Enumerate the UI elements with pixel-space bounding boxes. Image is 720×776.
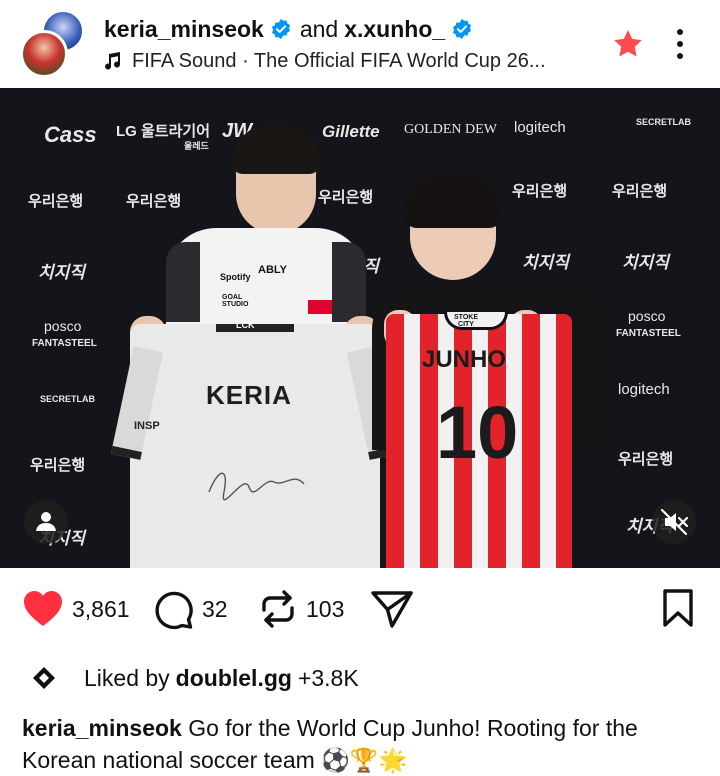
sponsor-chiji: 치지직 <box>38 263 85 282</box>
and-text: and <box>299 15 339 42</box>
liked-by-user[interactable]: doublel.gg <box>176 665 292 692</box>
verified-badge-icon <box>271 18 290 40</box>
collab-avatars[interactable] <box>20 10 90 78</box>
shirt-shoulder <box>166 242 200 322</box>
author-username-2[interactable]: x.xunho_ <box>344 16 445 43</box>
post-caption: keria_minseok Go for the World Cup Junho… <box>22 712 702 776</box>
held-jersey-junho: STOKE CITY JUNHO 10 <box>386 312 572 568</box>
sponsor-secretlab: SECRETLAB <box>636 117 692 127</box>
comment-button[interactable]: 32 <box>152 584 228 634</box>
sponsor-chiji: 치지직 <box>622 253 669 272</box>
verified-badge-icon <box>453 18 472 40</box>
send-icon <box>371 591 413 628</box>
bookmark-icon[interactable] <box>660 588 696 628</box>
jersey-number: 10 <box>436 391 519 474</box>
repost-button[interactable]: 103 <box>258 584 344 634</box>
sponsor-fantasteel: FANTASTEEL <box>616 328 681 339</box>
sponsor-cass: Cass <box>44 122 97 147</box>
speaker-muted-icon <box>660 508 689 536</box>
music-note-icon <box>105 52 121 70</box>
user-tags-icon[interactable] <box>24 500 68 544</box>
shirt-brand: GOAL STUDIO <box>222 294 249 308</box>
post-photo[interactable]: Cass LG 울트라기어 울레드 JW Gillette GOLDEN DEW… <box>0 88 720 568</box>
sponsor-woori: 우리은행 <box>30 457 86 474</box>
shirt-shoulder <box>332 242 366 322</box>
share-button[interactable] <box>370 584 414 634</box>
jersey-name-junho: JUNHO <box>422 346 507 373</box>
more-options-icon[interactable] <box>668 26 692 62</box>
sponsor-posco: posco <box>44 318 82 334</box>
avatar-user1[interactable] <box>20 30 68 78</box>
sponsor-logitech: logitech <box>618 381 670 398</box>
shirt-brand: INSP <box>134 420 160 432</box>
like-count[interactable]: 3,861 <box>72 596 130 623</box>
like-button[interactable]: 3,861 <box>22 584 130 634</box>
repost-icon <box>262 590 294 628</box>
held-jersey-keria: LCK KERIA INSP <box>110 320 400 568</box>
hair <box>232 124 320 174</box>
t1-logo <box>308 300 332 314</box>
audio-title: FIFA Sound · The Official FIFA World Cup… <box>132 49 546 72</box>
post-authors: keria_minseok and x.xunho_ <box>104 14 473 44</box>
person-right: STOKE CITY JUNHO 10 <box>372 172 612 568</box>
hair <box>404 172 502 228</box>
jersey-name-keria: KERIA <box>206 380 292 410</box>
shirt-brand: ABLY <box>258 264 287 276</box>
sponsor-woori: 우리은행 <box>612 183 668 200</box>
audio-link[interactable]: FIFA Sound · The Official FIFA World Cup… <box>104 48 546 74</box>
sponsor-logitech: logitech <box>514 119 566 136</box>
comment-bubble-icon <box>155 591 193 630</box>
post-header: keria_minseok and x.xunho_ FIFA Sound · … <box>0 0 720 88</box>
jersey-sleeve <box>110 346 164 460</box>
jersey-brand-stoke: STOKE CITY <box>454 314 478 328</box>
sponsor-fantasteel: FANTASTEEL <box>32 338 97 349</box>
action-bar: 3,861 32 103 <box>0 584 720 634</box>
person-icon <box>36 512 56 531</box>
signature-scribble <box>208 472 305 501</box>
repost-count[interactable]: 103 <box>306 596 344 623</box>
sponsor-woori: 우리은행 <box>28 193 84 210</box>
liked-by-row[interactable]: Liked by doublel.gg +3.8K <box>30 660 359 696</box>
author-username-1[interactable]: keria_minseok <box>104 16 264 43</box>
mute-button[interactable] <box>652 500 696 544</box>
sponsor-golden-dew: GOLDEN DEW <box>404 122 497 137</box>
shirt-brand: Spotify <box>220 272 251 282</box>
sponsor-secretlab: SECRETLAB <box>40 394 96 404</box>
comment-count[interactable]: 32 <box>202 596 228 623</box>
sponsor-posco: posco <box>628 308 666 324</box>
favorite-star-icon[interactable] <box>612 28 644 60</box>
jersey-collar <box>216 324 294 332</box>
liked-by-prefix: Liked by <box>84 664 170 691</box>
shirt-brand: LCK <box>236 320 255 330</box>
heart-icon <box>24 591 62 626</box>
sponsor-woori: 우리은행 <box>618 451 674 468</box>
person-left: Spotify ABLY GOAL STUDIO LCK KERIA INSP <box>110 124 400 568</box>
doublel-logo-icon <box>33 667 55 689</box>
caption-username[interactable]: keria_minseok <box>22 715 182 741</box>
liked-by-suffix[interactable]: +3.8K <box>298 665 359 692</box>
